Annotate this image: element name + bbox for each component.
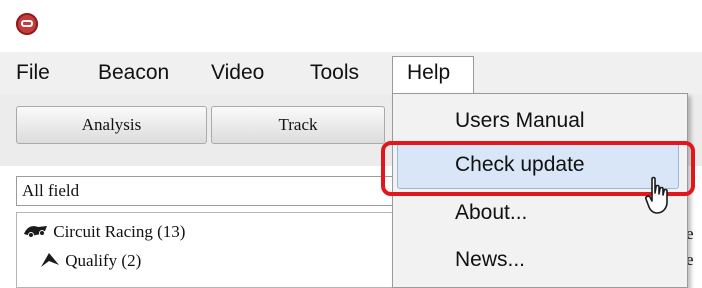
- title-bar: [0, 0, 702, 52]
- about-item[interactable]: About...: [455, 200, 527, 226]
- menu-help[interactable]: Help: [392, 56, 474, 94]
- track-button[interactable]: Track: [211, 106, 385, 144]
- tree-item-label: Circuit Racing (13): [53, 222, 186, 241]
- menu-bar: File Beacon Video Tools: [0, 52, 702, 94]
- tree-item-circuit-racing[interactable]: Circuit Racing (13): [23, 221, 185, 243]
- menu-video[interactable]: Video: [211, 60, 264, 86]
- menu-tools[interactable]: Tools: [310, 60, 359, 86]
- app-logo-icon: [16, 13, 38, 35]
- flag-icon: [41, 253, 59, 267]
- filter-field[interactable]: All field: [16, 176, 394, 206]
- menu-file[interactable]: File: [16, 60, 50, 86]
- news-item[interactable]: News...: [455, 247, 525, 273]
- analysis-button[interactable]: Analysis: [16, 106, 207, 144]
- tree-item-label: Qualify (2): [65, 251, 142, 270]
- users-manual-item[interactable]: Users Manual: [455, 108, 585, 134]
- right-panel-edge: e e: [686, 210, 702, 288]
- session-tree[interactable]: Circuit Racing (13) Qualify (2): [16, 212, 394, 288]
- race-car-icon: [24, 226, 47, 238]
- menu-beacon[interactable]: Beacon: [98, 60, 169, 86]
- hand-pointer-icon: [645, 176, 668, 214]
- menu-help-label: Help: [407, 61, 451, 84]
- tree-item-qualify[interactable]: Qualify (2): [39, 250, 141, 272]
